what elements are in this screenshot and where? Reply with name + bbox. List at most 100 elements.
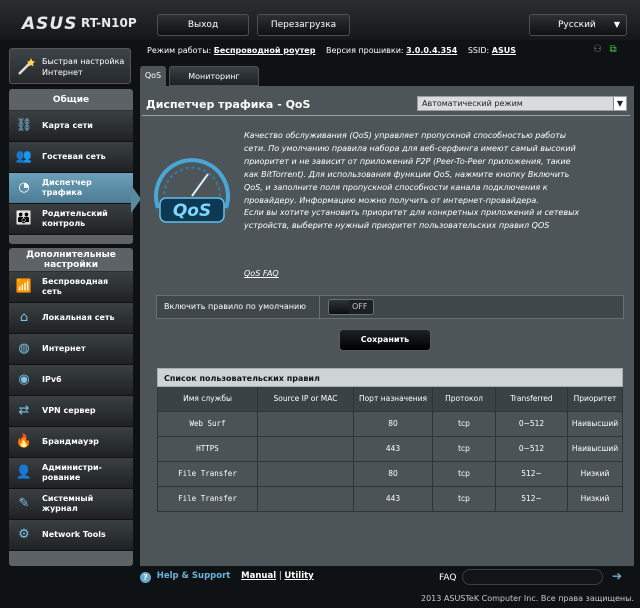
source-cell — [258, 437, 354, 461]
priority-cell: Наивысший — [568, 437, 623, 461]
priority-cell: Низкий — [568, 487, 623, 511]
faq-label: FAQ — [439, 573, 457, 583]
toggle-state: OFF — [352, 302, 368, 311]
priority-cell: Наивысший — [568, 412, 623, 436]
transferred-cell: 512~ — [496, 462, 568, 486]
sidebar-item-firewall[interactable]: 🔥 Брандмауэр — [9, 427, 133, 458]
ssid-link[interactable]: ASUS — [492, 46, 516, 55]
table-row[interactable]: File Transfer 443 tcp 512~ Низкий — [157, 487, 623, 512]
asus-logo: ASUS — [22, 14, 78, 34]
status-bar: Режим работы: Беспроводной роутер Версия… — [147, 46, 516, 55]
sidebar-item-network-map[interactable]: ⛓ Карта сети — [9, 111, 133, 142]
port-cell: 80 — [354, 462, 433, 486]
sidebar-advanced-title: Дополнительные настройки — [9, 248, 133, 272]
help-support-link[interactable]: Help & Support — [157, 571, 231, 581]
protocol-cell: tcp — [433, 462, 496, 486]
sidebar-item-internet[interactable]: ◍ Интернет — [9, 334, 133, 365]
tab-traffic-monitor[interactable]: Мониторинг трафика — [169, 66, 259, 101]
language-select[interactable]: Русский ▼ — [529, 14, 627, 36]
magic-wand-icon — [18, 58, 35, 75]
service-name-cell: File Transfer — [157, 487, 258, 511]
source-cell — [258, 487, 354, 511]
rules-table-title: Список пользовательских правил — [157, 368, 623, 387]
default-rule-toggle[interactable]: OFF — [328, 299, 374, 315]
clients-icon[interactable]: ⚇ — [593, 44, 607, 56]
column-header: Transferred — [496, 387, 568, 411]
sidebar-item-traffic-manager[interactable]: ◔ Диспетчер трафика — [9, 173, 133, 204]
column-header: Source IP or MAC — [258, 387, 354, 411]
source-cell — [258, 462, 354, 486]
quick-setup-line1: Быстрая настройка — [42, 57, 125, 66]
vpn-icon: ⇄ — [18, 403, 30, 418]
qos-speedometer-icon: QoS — [154, 158, 230, 223]
search-go-icon[interactable]: ➔ — [610, 568, 624, 584]
sidebar-item-label: Системный журнал — [42, 494, 94, 513]
sidebar-item-label: Локальная сеть — [42, 313, 115, 322]
operation-mode-link[interactable]: Беспроводной роутер — [214, 46, 316, 55]
operation-mode-label: Режим работы: — [147, 46, 212, 55]
title-divider — [142, 115, 630, 116]
table-row[interactable]: Web Surf 80 tcp 0~512 Наивысший — [157, 412, 623, 437]
table-header-row: Имя службы Source IP or MAC Порт назначе… — [157, 387, 623, 412]
protocol-cell: tcp — [433, 412, 496, 436]
footer-separator: | — [278, 571, 282, 581]
sidebar-item-vpn[interactable]: ⇄ VPN сервер — [9, 396, 133, 427]
language-value: Русский — [558, 20, 596, 30]
toggle-knob — [329, 300, 349, 314]
copyright-text: 2013 ASUSTeK Computer Inc. Все права защ… — [420, 594, 634, 603]
table-row[interactable]: HTTPS 443 tcp 0~512 Наивысший — [157, 437, 623, 462]
protocol-cell: tcp — [433, 487, 496, 511]
lan-icon: ⌂ — [19, 310, 29, 325]
quick-internet-setup-button[interactable]: Быстрая настройка Интернет — [9, 48, 131, 84]
traffic-manager-icon: ◔ — [18, 180, 30, 195]
service-name-cell: Web Surf — [157, 412, 258, 436]
quick-setup-line2: Интернет — [42, 68, 83, 77]
sidebar-item-label: IPv6 — [42, 375, 62, 384]
port-cell: 80 — [354, 412, 433, 436]
logout-button[interactable]: Выход — [157, 14, 249, 36]
firmware-version-link[interactable]: 3.0.0.4.354 — [406, 46, 457, 55]
help-icon: ? — [140, 572, 151, 583]
qos-logo-text: QoS — [173, 201, 211, 221]
globe-icon: ◍ — [18, 341, 30, 356]
internet-status-icon[interactable]: ⧉ — [610, 44, 624, 56]
sidebar-general: Общие ⛓ Карта сети 👥 Гостевая сеть ◔ Дис… — [9, 89, 133, 244]
column-header: Приоритет — [568, 387, 623, 411]
manual-link[interactable]: Manual — [241, 571, 276, 581]
status-icons: ⚇ ⧉ — [593, 44, 624, 56]
tab-qos[interactable]: QoS — [140, 66, 166, 86]
qos-mode-select[interactable]: Автоматический режим ▼ — [417, 96, 627, 111]
qos-faq-link[interactable]: QoS FAQ — [244, 269, 279, 278]
sidebar-item-network-tools[interactable]: ⚙ Network Tools — [9, 520, 133, 551]
dropdown-arrow-icon: ▼ — [613, 20, 620, 29]
page-title: Диспетчер трафика - QoS — [146, 98, 311, 111]
sidebar-advanced: Дополнительные настройки 📶 Беспроводная … — [9, 248, 133, 566]
transferred-cell: 512~ — [496, 487, 568, 511]
qos-mode-value: Автоматический режим — [422, 99, 523, 108]
column-header: Протокол — [433, 387, 496, 411]
sidebar-item-ipv6[interactable]: ◉ IPv6 — [9, 365, 133, 396]
table-row[interactable]: File Transfer 80 tcp 512~ Низкий — [157, 462, 623, 487]
default-rule-label: Включить правило по умолчанию — [164, 302, 306, 311]
sidebar-item-label: Интернет — [42, 344, 86, 353]
sidebar-item-system-log[interactable]: ✎ Системный журнал — [9, 489, 133, 520]
qos-description-p1: Качество обслуживания (QoS) управляет пр… — [244, 131, 576, 205]
save-button[interactable]: Сохранить — [339, 329, 431, 351]
reboot-button[interactable]: Перезагрузка — [257, 14, 350, 36]
transferred-cell: 0~512 — [496, 412, 568, 436]
sidebar-item-guest-network[interactable]: 👥 Гостевая сеть — [9, 142, 133, 173]
priority-cell: Низкий — [568, 462, 623, 486]
sidebar-item-label: Администри- рование — [42, 463, 102, 482]
footer-help: ? Help & Support Manual | Utility — [140, 571, 314, 583]
utility-link[interactable]: Utility — [284, 571, 313, 581]
column-header: Имя службы — [157, 387, 258, 411]
sidebar-item-label: Диспетчер трафика — [42, 178, 92, 197]
row-divider — [319, 296, 320, 318]
sidebar-item-parental-control[interactable]: 👪 Родительский контроль — [9, 204, 133, 235]
sidebar-item-wireless[interactable]: 📶 Беспроводная сеть — [9, 272, 133, 303]
top-bar: ASUS RT-N10P Выход Перезагрузка Русский … — [0, 0, 640, 40]
faq-search-input[interactable] — [462, 569, 603, 585]
qos-panel: Диспетчер трафика - QoS Автоматический р… — [140, 86, 634, 566]
sidebar-item-administration[interactable]: 👤 Администри- рование — [9, 458, 133, 489]
sidebar-item-lan[interactable]: ⌂ Локальная сеть — [9, 303, 133, 334]
